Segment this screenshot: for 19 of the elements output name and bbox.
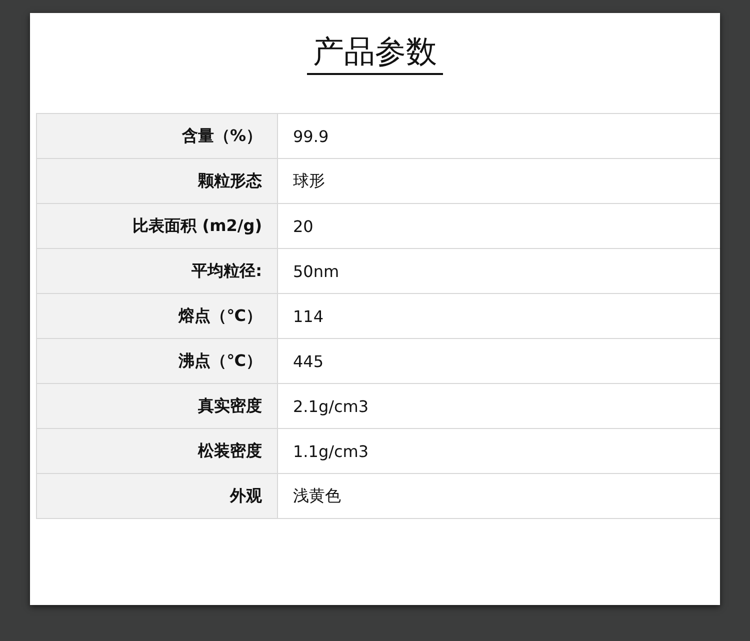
parameter-value: 浅黄色	[278, 474, 720, 518]
parameter-label: 熔点（℃）	[36, 294, 278, 338]
parameter-label: 含量（%）	[36, 114, 278, 158]
parameter-label: 外观	[36, 474, 278, 518]
parameter-value: 20	[278, 204, 720, 248]
parameter-label: 比表面积 (m2/g)	[36, 204, 278, 248]
parameter-value: 50nm	[278, 248, 720, 294]
parameter-label: 松装密度	[36, 428, 278, 474]
parameter-value: 球形	[278, 158, 720, 204]
parameter-value: 445	[278, 338, 720, 384]
parameter-value: 1.1g/cm3	[278, 428, 720, 474]
parameter-value: 114	[278, 294, 720, 338]
parameter-value: 2.1g/cm3	[278, 384, 720, 428]
parameter-label: 沸点（℃）	[36, 338, 278, 384]
parameter-label: 真实密度	[36, 384, 278, 428]
parameter-label: 颗粒形态	[36, 158, 278, 204]
parameter-value: 99.9	[278, 114, 720, 158]
section-title: 产品参数	[307, 33, 443, 75]
parameter-label: 平均粒径:	[36, 248, 278, 294]
